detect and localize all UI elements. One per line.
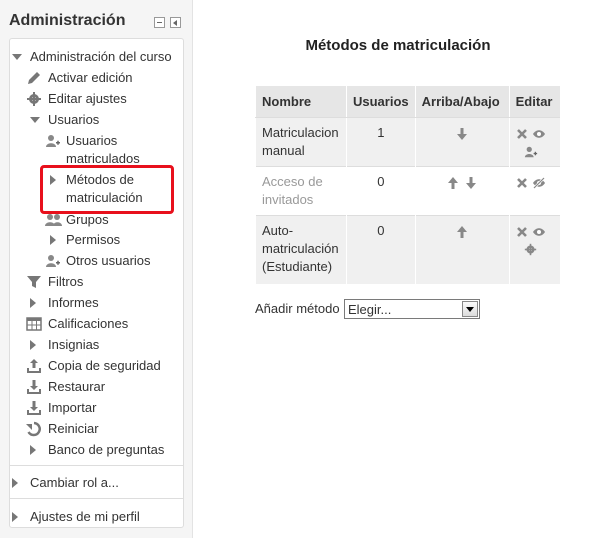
sidebar-item-label: Cambiar rol a... xyxy=(30,475,119,490)
collapsed-arrow-icon xyxy=(12,512,18,522)
grades-table-icon xyxy=(26,317,42,331)
dock-block-icon[interactable] xyxy=(170,17,181,28)
sidebar-item-label: Activar edición xyxy=(48,70,133,85)
sidebar-item-label: Usuarios xyxy=(48,112,100,127)
enrol-users-icon[interactable] xyxy=(524,145,538,159)
enrolment-methods-table: Nombre Usuarios Arriba/Abajo Editar Matr… xyxy=(255,86,561,284)
import-icon xyxy=(27,401,41,415)
sidebar-item-label: Usuarios xyxy=(66,133,118,148)
users-count-value: 0 xyxy=(377,222,385,238)
method-name-line: Acceso de xyxy=(262,173,323,189)
method-name-line: (Estudiante) xyxy=(262,258,333,274)
other-users-icon xyxy=(46,255,60,267)
sidebar-item-label: Editar ajustes xyxy=(48,91,127,106)
add-method-label: Añadir método xyxy=(255,301,340,316)
sidebar-item-label: Insignias xyxy=(48,337,100,352)
method-name: Matriculacion manual xyxy=(255,116,347,166)
sidebar-item-label: Informes xyxy=(48,295,99,310)
eye-icon[interactable] xyxy=(532,128,546,140)
block-title: Administración xyxy=(9,12,126,29)
enrolled-users-icon xyxy=(46,135,60,147)
reset-icon xyxy=(26,421,41,437)
move-down-icon[interactable] xyxy=(455,127,469,141)
move-cell xyxy=(414,116,510,166)
move-up-icon[interactable] xyxy=(446,176,460,190)
sidebar-item-label: Administración del curso xyxy=(30,49,172,64)
expanded-arrow-icon xyxy=(30,117,40,123)
method-name-line: invitados xyxy=(262,191,314,207)
sidebar-item-label: Calificaciones xyxy=(48,316,129,331)
add-method-selected-value: Elegir... xyxy=(348,302,392,317)
groups-icon xyxy=(45,214,62,226)
edit-cell xyxy=(508,165,561,215)
highlight-annotation xyxy=(40,165,174,214)
backup-icon xyxy=(27,359,41,373)
edit-cell xyxy=(508,116,561,166)
minimize-block-icon[interactable] xyxy=(154,17,165,28)
collapsed-arrow-icon xyxy=(30,340,36,350)
collapsed-arrow-icon xyxy=(30,298,36,308)
eye-closed-icon[interactable] xyxy=(532,176,546,189)
users-count: 0 xyxy=(346,165,416,215)
sidebar-item-label: Permisos xyxy=(66,232,121,247)
sidebar-item-label: Reiniciar xyxy=(48,421,99,436)
method-name-line: matriculación xyxy=(262,240,339,256)
filter-icon xyxy=(27,276,41,288)
method-name: Acceso de invitados xyxy=(255,165,347,215)
users-count-value: 1 xyxy=(377,124,385,140)
add-method-select[interactable]: Elegir... xyxy=(344,299,480,319)
delete-icon[interactable] xyxy=(516,128,528,140)
expanded-arrow-icon xyxy=(12,54,22,60)
table-header-row: Nombre Usuarios Arriba/Abajo Editar xyxy=(255,86,561,118)
sidebar-item-label: Ajustes de mi perfil xyxy=(30,509,140,524)
method-name-line: Matriculacion xyxy=(262,124,339,140)
method-name-line: manual xyxy=(262,142,305,158)
pencil-icon xyxy=(28,72,40,84)
collapsed-arrow-icon xyxy=(50,235,56,245)
gear-icon[interactable] xyxy=(524,243,537,256)
collapsed-arrow-icon xyxy=(12,478,18,488)
table-row: Acceso de invitados 0 xyxy=(255,165,561,215)
page-title: Métodos de matriculación xyxy=(305,37,491,54)
move-cell xyxy=(414,214,510,284)
block-header: Administración xyxy=(0,0,193,38)
move-up-icon[interactable] xyxy=(455,225,469,239)
eye-icon[interactable] xyxy=(532,226,546,238)
method-name-line: Auto- xyxy=(262,222,294,238)
column-header-usuarios: Usuarios xyxy=(346,86,416,118)
divider xyxy=(9,498,184,499)
divider xyxy=(9,465,184,466)
sidebar-item-label: Filtros xyxy=(48,274,84,289)
table-row: Matriculacion manual 1 xyxy=(255,116,561,166)
column-header-arriba-abajo: Arriba/Abajo xyxy=(414,86,510,118)
sidebar-item-label: Restaurar xyxy=(48,379,106,394)
restore-icon xyxy=(27,380,41,394)
users-count-value: 0 xyxy=(377,173,385,189)
table-row: Auto- matriculación (Estudiante) 0 xyxy=(255,214,561,284)
move-down-icon[interactable] xyxy=(464,176,478,190)
users-count: 1 xyxy=(346,116,416,166)
sidebar-item-label: Otros usuarios xyxy=(66,253,151,268)
collapsed-arrow-icon xyxy=(30,445,36,455)
move-cell xyxy=(414,165,510,215)
sidebar-item-label: Banco de preguntas xyxy=(48,442,165,457)
sidebar-item-label: Copia de seguridad xyxy=(48,358,161,373)
column-header-editar: Editar xyxy=(508,86,561,118)
method-name: Auto- matriculación (Estudiante) xyxy=(255,214,347,284)
sidebar-item-label: Importar xyxy=(48,400,97,415)
delete-icon[interactable] xyxy=(516,177,528,189)
gear-icon xyxy=(27,92,41,106)
column-header-nombre: Nombre xyxy=(255,86,347,118)
users-count: 0 xyxy=(346,214,416,284)
delete-icon[interactable] xyxy=(516,226,528,238)
chevron-down-icon[interactable] xyxy=(462,301,478,317)
edit-cell xyxy=(508,214,561,284)
